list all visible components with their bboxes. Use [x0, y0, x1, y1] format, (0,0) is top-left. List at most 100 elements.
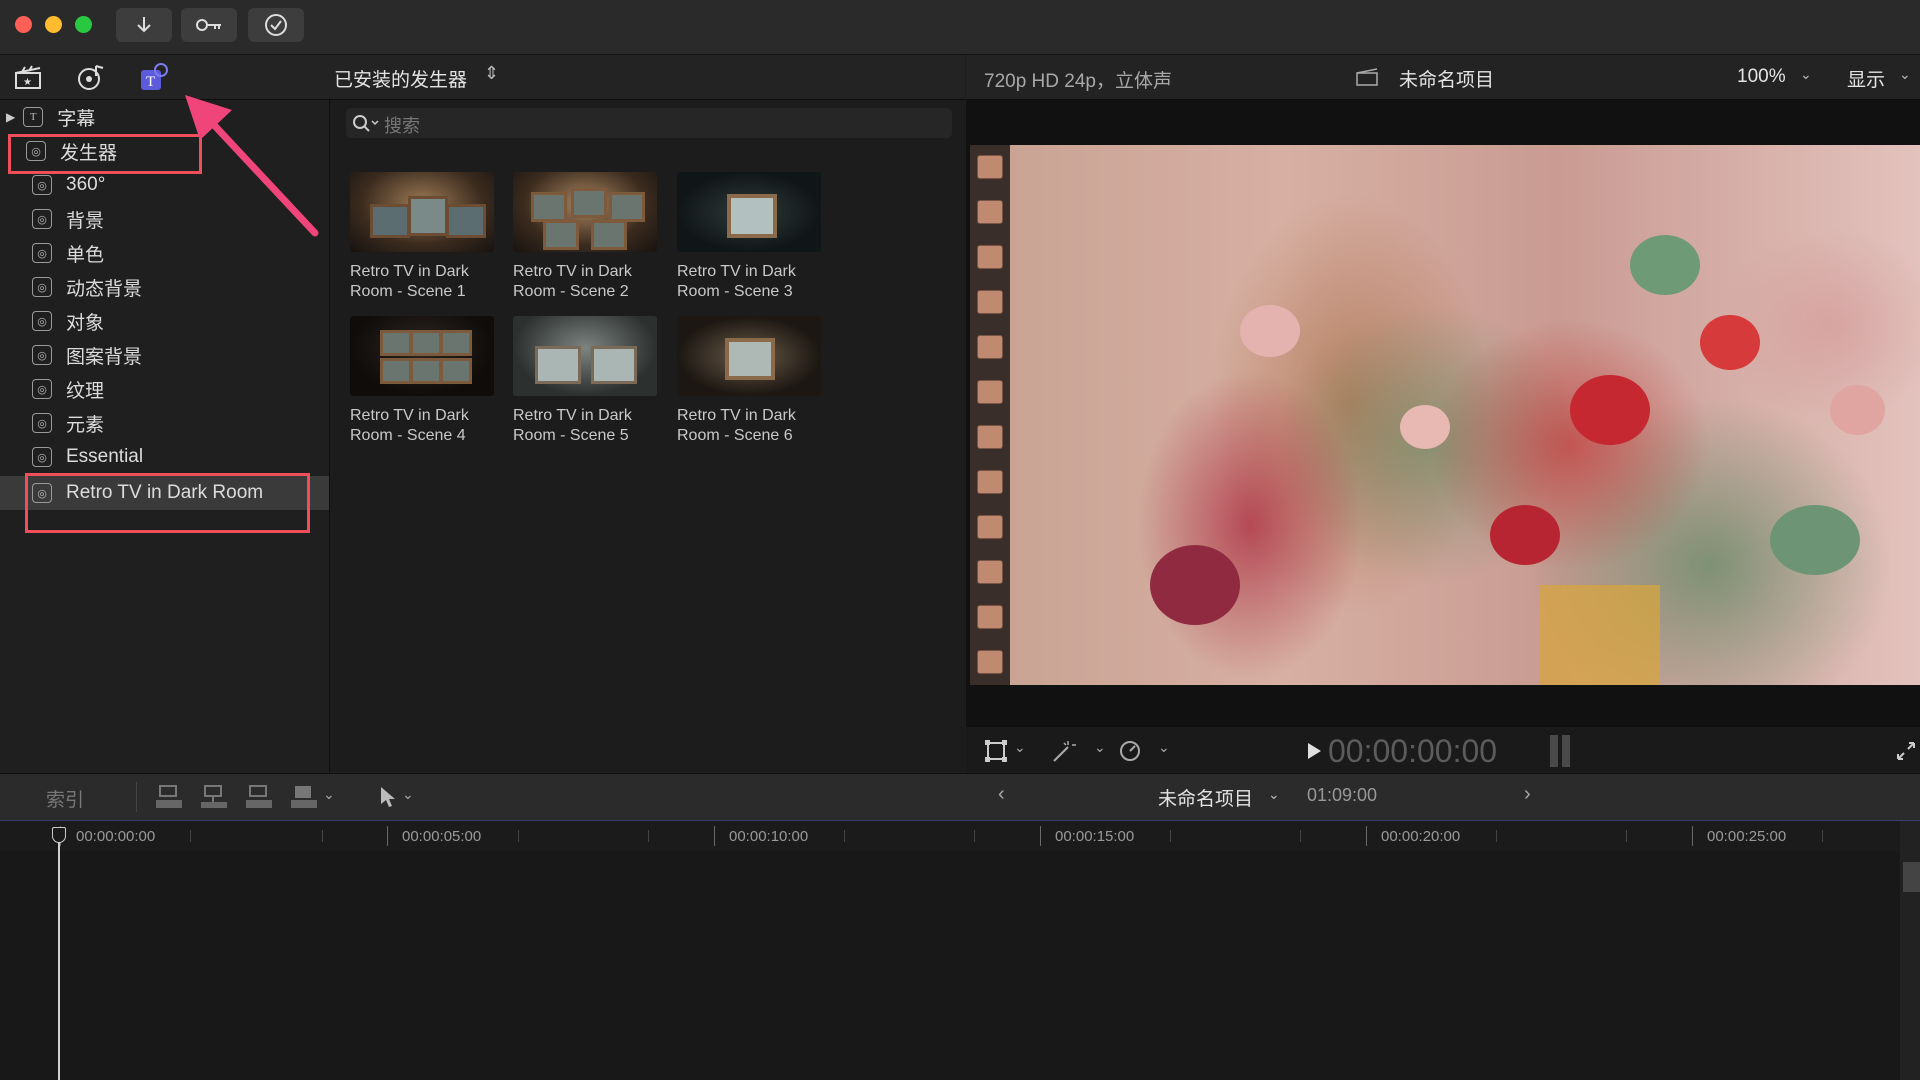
project-chevron-icon[interactable]: ⌄: [1268, 786, 1280, 803]
thumbnail-scene-4[interactable]: [350, 316, 494, 396]
speed-chevron-icon[interactable]: ⌄: [1158, 739, 1170, 756]
thumbnail-label-scene-2: Retro TV in Dark Room - Scene 2: [513, 263, 632, 300]
clapper-small-icon: [1356, 68, 1378, 86]
thumbnail-label-scene-5: Retro TV in Dark Room - Scene 5: [513, 407, 632, 444]
zoom-level[interactable]: 100%: [1737, 66, 1786, 88]
generator-icon: ◎: [32, 447, 52, 467]
transform-chevron-icon[interactable]: ⌄: [1014, 739, 1026, 756]
generator-icon: ◎: [32, 209, 52, 229]
sidebar-item-label: 背景: [66, 210, 105, 232]
background-tasks-button[interactable]: [248, 8, 304, 42]
sidebar-item-dynamic-backgrounds[interactable]: ◎ 动态背景: [0, 270, 329, 304]
titles-generators-icon[interactable]: T: [139, 62, 169, 92]
ruler-tick-label: 00:00:20:00: [1381, 828, 1461, 845]
thumbnail-scene-6[interactable]: [677, 316, 821, 396]
video-preview[interactable]: [1010, 145, 1920, 685]
magic-wand-icon[interactable]: [1050, 739, 1076, 763]
browser-title[interactable]: 已安装的发生器: [334, 65, 467, 92]
minimize-window-button[interactable]: [45, 16, 62, 33]
index-button[interactable]: 索引: [46, 785, 84, 812]
thumbnail-scene-5[interactable]: [513, 316, 657, 396]
timecode-display[interactable]: 00:00:00:00: [1328, 733, 1497, 770]
sidebar-item-solids[interactable]: ◎ 单色: [0, 236, 329, 270]
fullscreen-icon[interactable]: [1896, 741, 1916, 761]
generator-icon: ◎: [32, 345, 52, 365]
annotation-highlight-retro-tv: [25, 473, 310, 533]
connect-clip-icon[interactable]: [156, 784, 182, 810]
timeline-body[interactable]: [0, 851, 1900, 1080]
download-icon: [137, 17, 151, 33]
close-window-button[interactable]: [15, 16, 32, 33]
ruler-tick-label: 00:00:00:00: [76, 828, 156, 845]
zoom-window-button[interactable]: [75, 16, 92, 33]
sidebar-item-label: 纹理: [66, 380, 105, 402]
timeline-index-strip: [1900, 821, 1920, 1080]
play-icon[interactable]: [1306, 742, 1322, 760]
key-icon: [196, 19, 221, 31]
viewer-project-name: 未命名项目: [1399, 70, 1495, 91]
import-button[interactable]: [116, 8, 172, 42]
sidebar-item-label: 元素: [66, 414, 105, 436]
tool-chevron-icon[interactable]: ⌄: [402, 786, 414, 803]
filmstrip-edge: [970, 145, 1010, 685]
search-input[interactable]: 搜索: [346, 108, 952, 138]
title-bar: [0, 0, 1920, 55]
generator-icon: ◎: [32, 175, 52, 195]
svg-text:★: ★: [23, 77, 32, 88]
sidebar-item-objects[interactable]: ◎ 对象: [0, 304, 329, 338]
sidebar-item-textures[interactable]: ◎ 纹理: [0, 372, 329, 406]
disclosure-right-icon[interactable]: ▶: [6, 110, 15, 124]
overwrite-clip-icon[interactable]: [291, 784, 317, 810]
ruler-tick-label: 00:00:25:00: [1707, 828, 1787, 845]
ruler-tick-label: 00:00:10:00: [729, 828, 809, 845]
pointer-tool-icon[interactable]: [378, 785, 396, 809]
browser-header: ★ T 已安装的发生器 ⇕: [0, 55, 965, 100]
ruler-tick-label: 00:00:15:00: [1055, 828, 1135, 845]
sidebar-item-label: 360°: [66, 174, 106, 195]
speed-icon[interactable]: [1118, 739, 1142, 763]
music-photo-icon[interactable]: [76, 62, 106, 92]
ruler-tick-label: 00:00:05:00: [402, 828, 482, 845]
display-menu[interactable]: 显示: [1847, 65, 1885, 92]
title-t-icon: T: [23, 107, 44, 127]
sidebar-item-essential[interactable]: ◎ Essential: [0, 440, 329, 474]
updown-chevron-icon[interactable]: ⇕: [484, 63, 499, 84]
timeline-ruler[interactable]: [0, 821, 1900, 851]
timeline-project-name[interactable]: 未命名项目: [1158, 784, 1253, 811]
generator-icon: ◎: [32, 243, 52, 263]
sidebar-item-label: 对象: [66, 312, 105, 334]
thumbnail-scene-2[interactable]: [513, 172, 657, 252]
zoom-chevron-icon[interactable]: ⌄: [1800, 66, 1812, 83]
viewer-controls: ⌄ ⌄ ⌄ 00:00:00:00: [966, 726, 1920, 773]
thumbnail-label-scene-3: Retro TV in Dark Room - Scene 3: [677, 263, 796, 300]
thumbnail-scene-1[interactable]: [350, 172, 494, 252]
append-clip-icon[interactable]: [246, 784, 272, 810]
playhead-line[interactable]: [58, 842, 60, 1080]
generator-icon: ◎: [32, 413, 52, 433]
search-icon: [353, 115, 379, 132]
audio-meter-right: [1562, 735, 1570, 767]
timeline-scroll-handle[interactable]: [1903, 862, 1920, 892]
previous-arrow-icon[interactable]: ‹: [998, 783, 1005, 806]
edit-chevron-icon[interactable]: ⌄: [323, 786, 335, 803]
thumbnail-label-scene-6: Retro TV in Dark Room - Scene 6: [677, 407, 796, 444]
sidebar-item-elements[interactable]: ◎ 元素: [0, 406, 329, 440]
timeline-toolbar: 索引 ⌄ ⌄ ‹ 未命名项目 ⌄ 01:09:00 ›: [0, 773, 1920, 822]
next-arrow-icon[interactable]: ›: [1524, 783, 1531, 806]
display-chevron-icon[interactable]: ⌄: [1899, 66, 1911, 83]
insert-clip-icon[interactable]: [201, 784, 227, 810]
sidebar-item-label: 图案背景: [66, 346, 143, 368]
thumbnail-label-scene-1: Retro TV in Dark Room - Scene 1: [350, 263, 469, 300]
thumbnail-scene-3[interactable]: [677, 172, 821, 252]
checkmark-icon: [265, 14, 287, 36]
audio-meter-left: [1550, 735, 1558, 767]
sidebar-item-label: 字幕: [57, 108, 96, 130]
sidebar-item-pattern-backgrounds[interactable]: ◎ 图案背景: [0, 338, 329, 372]
thumbnail-label-scene-4: Retro TV in Dark Room - Scene 4: [350, 407, 469, 444]
enhance-chevron-icon[interactable]: ⌄: [1094, 739, 1106, 756]
playhead-handle[interactable]: [52, 827, 66, 843]
svg-text:T: T: [146, 74, 155, 90]
transform-icon[interactable]: [984, 739, 1008, 763]
clapper-icon[interactable]: ★: [14, 64, 42, 90]
keywords-button[interactable]: [181, 8, 237, 42]
